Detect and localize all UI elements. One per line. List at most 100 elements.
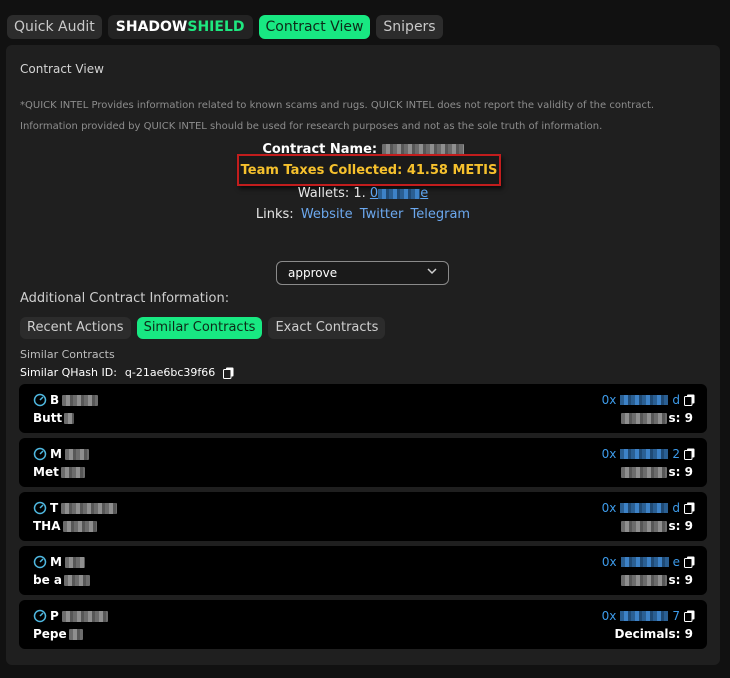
list-item[interactable]: M be a 0x e s: 9	[19, 546, 707, 595]
contract-symbol-line: be a	[33, 573, 91, 587]
redacted-symbol	[60, 466, 85, 478]
address-suffix: 7	[672, 609, 680, 623]
telegram-link[interactable]: Telegram	[411, 207, 471, 222]
decimals-value: s: 9	[668, 465, 693, 479]
qhash-row: Similar QHash ID: q-21ae6bc39f66	[20, 366, 234, 379]
contract-symbol-line: Met	[33, 465, 85, 479]
contract-symbol-visible: Pepe	[33, 627, 67, 641]
contract-symbol-visible: Met	[33, 465, 59, 479]
list-item[interactable]: M Met 0x 2 s: 9	[19, 438, 707, 487]
function-select[interactable]: approve	[276, 261, 449, 285]
decimals-value: s: 9	[668, 519, 693, 533]
contract-name-line: T	[33, 501, 118, 515]
contract-address-line[interactable]: 0x d	[602, 393, 695, 407]
gauge-icon	[33, 393, 47, 407]
similar-contracts-label: Similar Contracts	[20, 348, 115, 361]
list-item[interactable]: T THA 0x d s: 9	[19, 492, 707, 541]
contract-name-visible: M	[50, 447, 62, 461]
address-prefix: 0x	[601, 501, 617, 515]
gauge-icon	[33, 447, 47, 461]
redacted-symbol	[62, 520, 97, 532]
address-prefix: 0x	[601, 393, 617, 407]
address-suffix: d	[672, 501, 680, 515]
contract-address-line[interactable]: 0x 2	[602, 447, 695, 461]
wallet-prefix: 0	[369, 186, 379, 201]
brand-shield: SHIELD	[187, 19, 245, 35]
redacted-address	[620, 557, 669, 567]
decimals-value: s: 9	[668, 411, 693, 425]
redacted-name	[61, 610, 108, 622]
contract-address-line[interactable]: 0x d	[602, 501, 695, 515]
chevron-down-icon	[427, 268, 437, 275]
copy-icon[interactable]	[684, 502, 695, 514]
wallets-row: Wallets: 1. 0e	[6, 186, 720, 201]
team-taxes-highlight: Team Taxes Collected: 41.58 METIS	[237, 154, 501, 186]
contract-name-visible: T	[50, 501, 59, 515]
decimals-line: s: 9	[620, 519, 693, 533]
tab-similar-contracts[interactable]: Similar Contracts	[136, 317, 263, 339]
gauge-icon	[33, 555, 47, 569]
redacted-decimals-label	[620, 574, 667, 586]
redacted-decimals-label	[620, 520, 667, 532]
tab-recent-actions[interactable]: Recent Actions	[20, 317, 131, 339]
links-row: Links: Website Twitter Telegram	[6, 207, 720, 222]
contract-name-line: M	[33, 555, 85, 569]
gauge-icon	[33, 609, 47, 623]
redacted-decimals-label	[620, 466, 667, 478]
decimals-line: s: 9	[620, 411, 693, 425]
copy-icon[interactable]	[684, 610, 695, 622]
redacted-symbol	[68, 628, 83, 640]
redacted-name	[62, 394, 99, 406]
contract-name-visible: P	[50, 609, 59, 623]
tab-contract-view[interactable]: Contract View	[258, 15, 371, 39]
contract-address-line[interactable]: 0x 7	[602, 609, 695, 623]
redacted-name	[64, 556, 85, 568]
contract-name-visible: B	[50, 393, 60, 407]
twitter-link[interactable]: Twitter	[360, 207, 404, 222]
top-tabs: Quick Audit SHADOWSHIELD Contract View S…	[7, 15, 443, 39]
gauge-icon	[33, 501, 47, 515]
contract-symbol-line: Pepe	[33, 627, 83, 641]
redacted-address	[620, 503, 669, 513]
disclaimer-text: *QUICK INTEL Provides information relate…	[20, 100, 655, 132]
qhash-value: q-21ae6bc39f66	[124, 366, 216, 379]
redacted-decimals-label	[620, 412, 667, 424]
list-item[interactable]: P Pepe 0x 7 Decimals: 9	[19, 600, 707, 649]
wallets-label: Wallets: 1.	[297, 186, 366, 201]
copy-icon[interactable]	[684, 556, 695, 568]
info-subtabs: Recent Actions Similar Contracts Exact C…	[20, 317, 386, 339]
tab-exact-contracts[interactable]: Exact Contracts	[268, 317, 386, 339]
tab-snipers[interactable]: Snipers	[376, 15, 443, 39]
function-select-value: approve	[288, 266, 338, 280]
contract-name-line: B	[33, 393, 99, 407]
address-prefix: 0x	[601, 447, 617, 461]
address-suffix: e	[672, 555, 680, 569]
redacted-name	[61, 502, 118, 514]
copy-icon[interactable]	[684, 448, 695, 460]
contract-name-line: M	[33, 447, 89, 461]
website-link[interactable]: Website	[301, 207, 353, 222]
redacted-symbol	[64, 574, 91, 586]
contract-symbol-line: THA	[33, 519, 97, 533]
redacted-address	[620, 395, 669, 405]
wallet-link[interactable]: 0e	[370, 186, 428, 201]
redacted-symbol	[64, 412, 75, 424]
contract-address-line[interactable]: 0x e	[602, 555, 695, 569]
list-item[interactable]: B Butt 0x d s: 9	[19, 384, 707, 433]
decimals-value: Decimals: 9	[614, 627, 693, 641]
tab-quick-audit[interactable]: Quick Audit	[7, 15, 102, 39]
copy-icon[interactable]	[223, 367, 234, 379]
address-prefix: 0x	[601, 555, 617, 569]
contract-symbol-line: Butt	[33, 411, 75, 425]
contract-name-line: P	[33, 609, 108, 623]
address-suffix: 2	[672, 447, 680, 461]
contract-view-panel: Contract View *QUICK INTEL Provides info…	[6, 45, 720, 665]
redacted-wallet	[378, 188, 421, 199]
tab-shadowshield[interactable]: SHADOWSHIELD	[107, 15, 253, 39]
decimals-value: s: 9	[668, 573, 693, 587]
wallet-suffix: e	[420, 186, 429, 201]
redacted-address	[620, 449, 669, 459]
copy-icon[interactable]	[684, 394, 695, 406]
redacted-address	[620, 611, 669, 621]
brand-shadow: SHADOW	[115, 19, 188, 35]
